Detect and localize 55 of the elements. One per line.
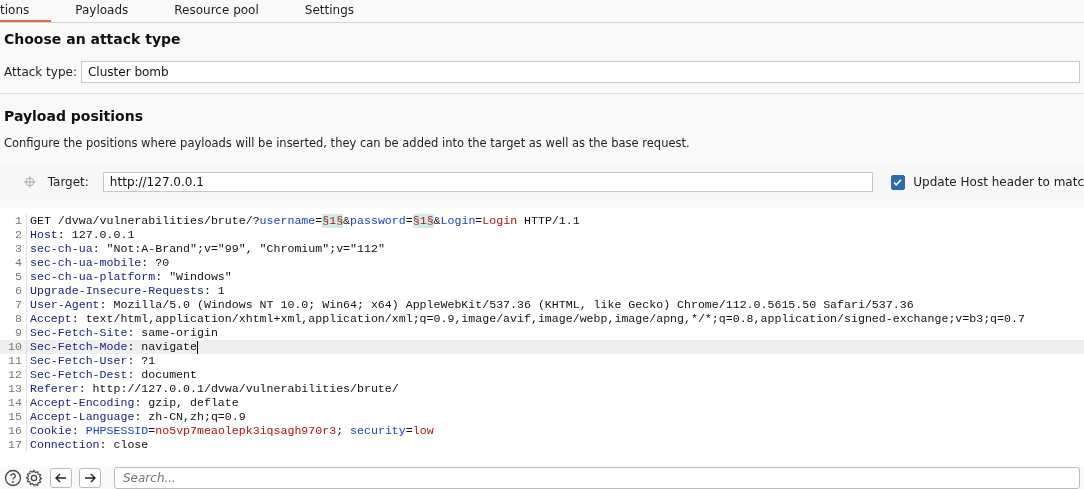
line-number: 16 — [0, 424, 27, 438]
line-number: 5 — [0, 270, 27, 284]
tab[interactable]: Resource pool — [174, 0, 281, 22]
line-number: 3 — [0, 242, 27, 256]
line-number: 1 — [0, 214, 27, 228]
code-line: Upgrade-Insecure-Requests: 1 — [29, 284, 225, 298]
checkmark-icon — [893, 177, 903, 187]
settings-icon[interactable] — [25, 469, 43, 487]
line-number: 10 — [0, 340, 27, 354]
left-arrow-icon — [55, 473, 67, 483]
line-number: 8 — [0, 312, 27, 326]
tab[interactable]: Payloads — [75, 0, 151, 22]
line-number: 7 — [0, 298, 27, 312]
crosshair-icon — [24, 176, 36, 188]
line-number: 14 — [0, 396, 27, 410]
line-number: 13 — [0, 382, 27, 396]
checkbox-label: Update Host header to matc — [913, 175, 1084, 189]
tab[interactable]: tions — [0, 0, 52, 22]
code-line: Sec-Fetch-Site: same-origin — [29, 326, 218, 340]
line-number: 11 — [0, 354, 27, 368]
forward-button[interactable] — [79, 468, 101, 488]
line-number: 15 — [0, 410, 27, 424]
code-line: GET /dvwa/vulnerabilities/brute/?username=§1§&password=§1§&Login=Login HTTP/1.1 — [29, 214, 580, 228]
code-line: User-Agent: Mozilla/5.0 (Windows NT 10.0; Win64; x64) AppleWebKit/537.36 (KHTML, like Gecko) Chrome/112.0.5615.50 Safari/537.36 — [29, 298, 914, 312]
right-arrow-icon — [84, 473, 96, 483]
code-line: Accept-Language: zh-CN,zh;q=0.9 — [29, 410, 246, 424]
code-line: Sec-Fetch-Dest: document — [29, 368, 197, 382]
back-button[interactable] — [50, 468, 72, 488]
code-line: Host: 127.0.0.1 — [29, 228, 135, 242]
code-line: sec-ch-ua: "Not:A-Brand";v="99", "Chromium";v="112" — [29, 242, 385, 256]
section-title: Choose an attack type — [4, 31, 182, 47]
code-line: Connection: close — [29, 438, 149, 452]
attack-type-dropdown[interactable]: Cluster bomb — [81, 61, 1080, 83]
code-line: sec-ch-ua-mobile: ?0 — [29, 256, 170, 270]
help-icon[interactable] — [4, 469, 22, 487]
line-number: 6 — [0, 284, 27, 298]
search-field[interactable]: Search... — [114, 467, 1080, 489]
section-title: Payload positions — [3, 108, 144, 124]
target-label: Target: — [47, 175, 89, 189]
line-number: 12 — [0, 368, 27, 382]
code-line: Sec-Fetch-Mode: navigate — [29, 340, 198, 354]
target-field[interactable]: http://127.0.0.1 — [102, 172, 873, 192]
code-line: Accept: text/html,application/xhtml+xml,application/xml;q=0.9,image/avif,image/webp,image/apng,*/*;q=0.8,application/signed-exchange;v=b3;q=0.7 — [29, 312, 1025, 326]
section-description: Configure the positions where payloads will be inserted, they can be added into the target as well as the base request. — [3, 136, 691, 150]
line-number: 17 — [0, 438, 27, 452]
code-line: Accept-Encoding: gzip, deflate — [29, 396, 239, 410]
line-number: 4 — [0, 256, 27, 270]
code-line: Sec-Fetch-User: ?1 — [29, 354, 156, 368]
checkbox[interactable] — [890, 174, 906, 190]
tab[interactable]: Settings — [304, 0, 376, 22]
code-line: sec-ch-ua-platform: "Windows" — [29, 270, 232, 284]
code-line: Cookie: PHPSESSID=no5vp7meaolepk3iqsagh970r3; security=low — [29, 424, 434, 438]
line-number: 2 — [0, 228, 27, 242]
attack-type-label: Attack type: — [4, 65, 77, 79]
code-line: Referer: http://127.0.0.1/dvwa/vulnerabilities/brute/ — [29, 382, 399, 396]
